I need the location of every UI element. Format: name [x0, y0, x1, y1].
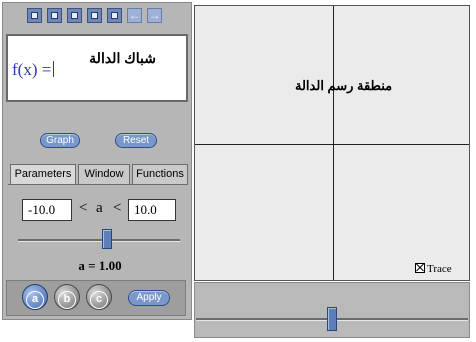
- window-icon[interactable]: [107, 8, 122, 23]
- graph-area-label: منطقة رسم الدالة: [295, 78, 393, 93]
- graph-area[interactable]: منطقة رسم الدالة Trace: [194, 5, 470, 281]
- tab-window[interactable]: Window: [78, 164, 130, 184]
- window-icon[interactable]: [27, 8, 42, 23]
- param-min-field[interactable]: -10.0: [22, 199, 72, 221]
- window-icon[interactable]: [47, 8, 62, 23]
- apply-button[interactable]: Apply: [128, 290, 170, 306]
- arrow-right-icon[interactable]: →: [147, 8, 162, 23]
- window-icon[interactable]: [87, 8, 102, 23]
- param-c-button[interactable]: c: [86, 284, 112, 310]
- window-icon[interactable]: [67, 8, 82, 23]
- param-b-label: b: [58, 291, 76, 309]
- function-window-title: شباك الدالة: [89, 50, 156, 66]
- function-input-box[interactable]: f(x) = شباك الدالة: [6, 34, 188, 102]
- less-than-sign: <: [79, 200, 88, 216]
- param-max-field[interactable]: 10.0: [128, 199, 176, 221]
- function-prefix: f(x) =: [12, 60, 52, 79]
- param-value-readout: a = 1.00: [78, 258, 122, 273]
- param-b-button[interactable]: b: [54, 284, 80, 310]
- param-slider-track[interactable]: [18, 239, 180, 242]
- bottom-slider-thumb[interactable]: [327, 307, 337, 331]
- trace-checkbox[interactable]: Trace: [415, 263, 452, 275]
- x-axis: [195, 144, 469, 145]
- graph-button[interactable]: Graph: [40, 133, 80, 148]
- trace-label: Trace: [427, 263, 452, 275]
- toolbar: ← →: [5, 6, 191, 28]
- param-variable-label: a: [96, 200, 103, 216]
- arrow-left-glyph: ←: [128, 8, 141, 22]
- y-axis: [333, 6, 334, 280]
- param-a-label: a: [26, 291, 44, 309]
- param-slider-thumb[interactable]: [102, 229, 113, 249]
- param-a-button[interactable]: a: [22, 284, 48, 310]
- function-grapher-app: ← → f(x) = شباك الدالة Graph Reset Param…: [0, 0, 476, 342]
- checkbox-icon[interactable]: [415, 263, 425, 273]
- param-c-label: c: [90, 291, 108, 309]
- less-than-sign: <: [113, 200, 122, 216]
- arrow-right-glyph: →: [148, 8, 161, 22]
- reset-button[interactable]: Reset: [115, 133, 157, 148]
- text-caret: [53, 61, 55, 77]
- tab-parameters[interactable]: Parameters: [10, 164, 76, 185]
- arrow-left-icon[interactable]: ←: [127, 8, 142, 23]
- tab-functions[interactable]: Functions: [132, 164, 188, 184]
- function-input[interactable]: f(x) =: [12, 60, 55, 80]
- tab-bar: Parameters Window Functions: [8, 164, 188, 185]
